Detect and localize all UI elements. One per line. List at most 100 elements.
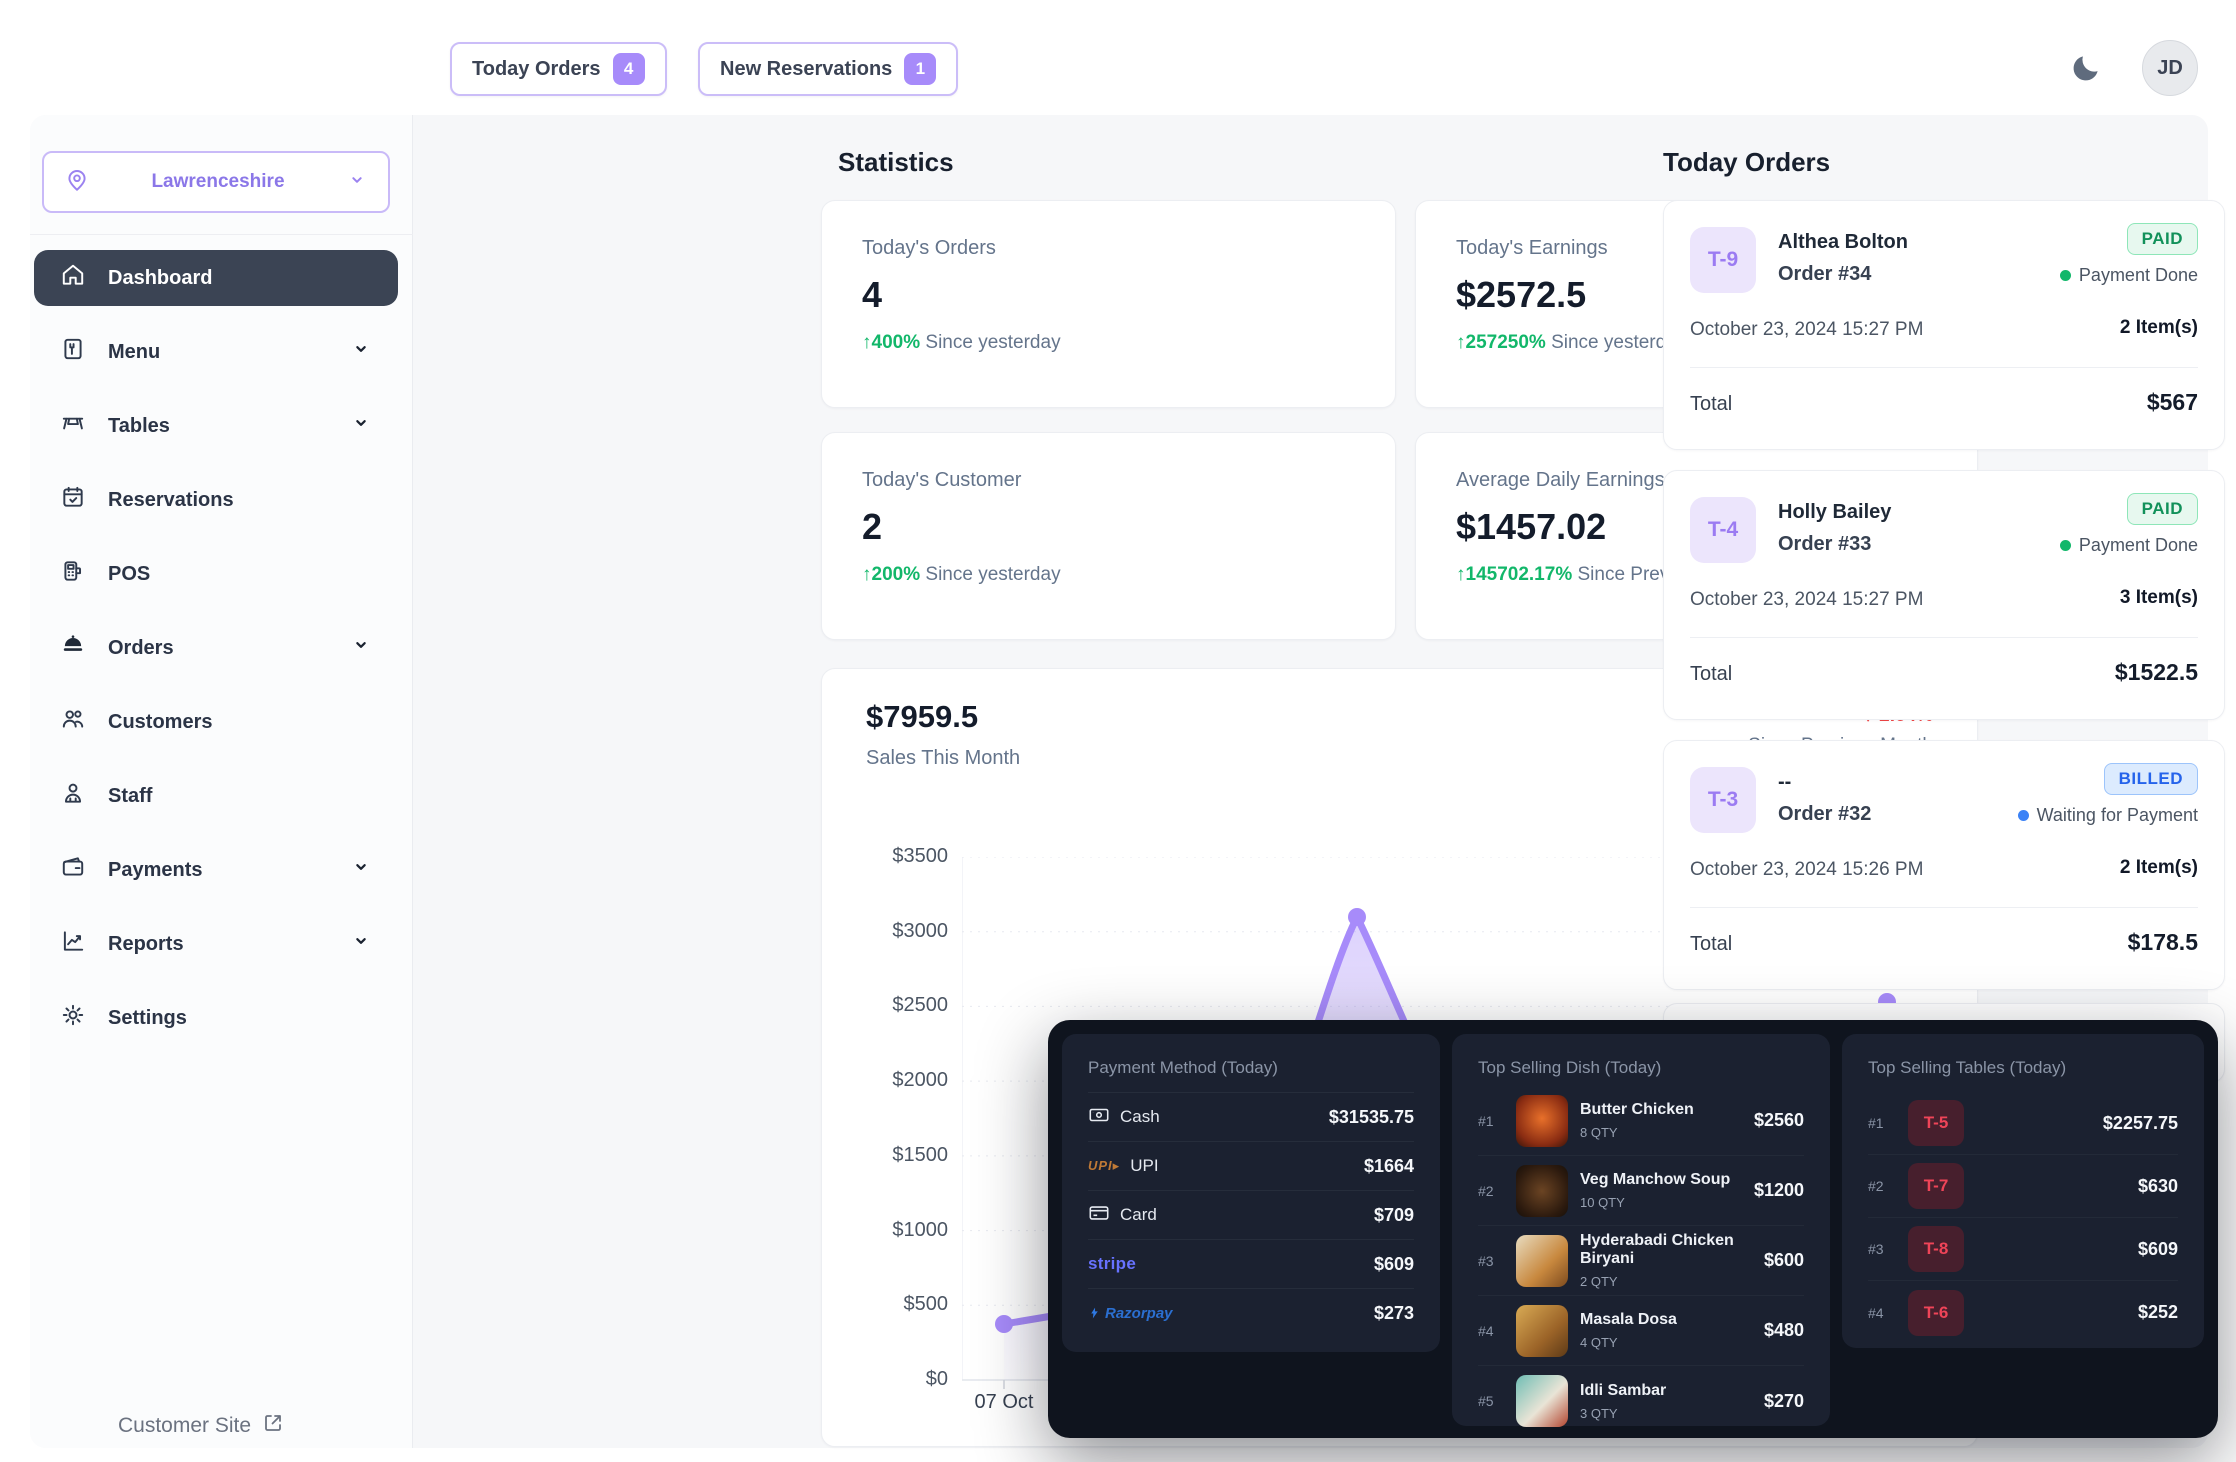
sidebar-item-label: Dashboard	[108, 267, 372, 290]
sidebar-item-reservations[interactable]: Reservations	[34, 472, 398, 528]
chevron-down-icon	[350, 930, 372, 958]
payment-method-label: UPI	[1130, 1156, 1158, 1176]
dish-value: $600	[1764, 1250, 1804, 1271]
statistics-title: Statistics	[838, 147, 954, 178]
stat-delta-value: 200%	[872, 564, 921, 585]
user-avatar[interactable]: JD	[2142, 40, 2198, 96]
table-badge: T-6	[1908, 1290, 1964, 1336]
sidebar-item-pos[interactable]: POS	[34, 546, 398, 602]
upi-logo-icon: UPI▸	[1088, 1158, 1120, 1174]
stat-label: Today's Orders	[862, 237, 1355, 260]
dish-name: Masala Dosa	[1580, 1311, 1752, 1329]
total-label: Total	[1690, 933, 1732, 956]
order-total: $1522.5	[2115, 659, 2198, 686]
top-selling-tables-panel: Top Selling Tables (Today) #1 T-5 $2257.…	[1842, 1034, 2204, 1348]
status-badge: BILLED	[2104, 763, 2198, 795]
home-icon	[60, 262, 86, 294]
report-chart-icon	[60, 928, 86, 960]
dish-value: $270	[1764, 1391, 1804, 1412]
new-reservations-button[interactable]: New Reservations 1	[698, 42, 958, 96]
table-badge: T-9	[1690, 227, 1756, 293]
table-sales-row: #3 T-8 $609	[1868, 1218, 2178, 1281]
table-badge: T-8	[1908, 1226, 1964, 1272]
stat-label: Today's Customer	[862, 469, 1355, 492]
payment-row: Razorpay $273	[1088, 1288, 1414, 1337]
sidebar-item-orders[interactable]: Orders	[34, 620, 398, 676]
y-tick: $2000	[838, 1069, 948, 1092]
sidebar-item-settings[interactable]: Settings	[34, 990, 398, 1046]
status-dot	[2060, 540, 2071, 551]
sidebar-item-customers[interactable]: Customers	[34, 694, 398, 750]
sidebar-item-staff[interactable]: Staff	[34, 768, 398, 824]
payment-row: UPI▸UPI $1664	[1088, 1141, 1414, 1190]
customer-name: Althea Bolton	[1778, 231, 1908, 254]
order-datetime: October 23, 2024 15:27 PM	[1690, 589, 1923, 611]
wallet-icon	[60, 854, 86, 886]
dish-qty: 4 QTY	[1580, 1335, 1752, 1350]
dark-mode-toggle[interactable]	[2064, 48, 2108, 92]
arrow-up-icon: ↑	[1456, 564, 1466, 585]
sidebar-item-reports[interactable]: Reports	[34, 916, 398, 972]
dish-image	[1516, 1375, 1568, 1427]
payment-value: $609	[1374, 1254, 1414, 1275]
rank-label: #1	[1478, 1113, 1504, 1129]
sidebar-item-label: Staff	[108, 785, 372, 808]
location-selector[interactable]: Lawrenceshire	[42, 151, 390, 213]
payment-method-label: Card	[1120, 1205, 1157, 1225]
order-datetime: October 23, 2024 15:26 PM	[1690, 859, 1923, 881]
today-orders-button[interactable]: Today Orders 4	[450, 42, 667, 96]
customer-site-link[interactable]: Customer Site	[118, 1411, 285, 1441]
payment-method-label: Cash	[1120, 1107, 1160, 1127]
customer-name: --	[1778, 771, 1791, 794]
dish-value: $2560	[1754, 1110, 1804, 1131]
external-link-icon	[261, 1411, 285, 1441]
x-tick: 07 Oct	[975, 1391, 1034, 1414]
location-label: Lawrenceshire	[90, 171, 346, 193]
order-card[interactable]: T-4 Holly Bailey Order #33 PAID Payment …	[1663, 470, 2225, 720]
stat-delta-note: Since yesterday	[925, 332, 1060, 353]
order-number: Order #34	[1778, 263, 1871, 286]
razorpay-logo-icon: Razorpay	[1088, 1305, 1173, 1322]
customer-name: Holly Bailey	[1778, 501, 1891, 524]
payment-value: $709	[1374, 1205, 1414, 1226]
rank-label: #3	[1868, 1241, 1894, 1257]
sidebar-item-label: Customers	[108, 711, 372, 734]
sidebar-item-label: Orders	[108, 637, 328, 660]
avatar-initials: JD	[2157, 57, 2183, 80]
order-card[interactable]: T-3 -- Order #32 BILLED Waiting for Paym…	[1663, 740, 2225, 990]
dish-row: #5 Idli Sambar3 QTY $270	[1478, 1366, 1804, 1436]
stat-delta-value: 257250%	[1466, 332, 1546, 353]
order-number: Order #33	[1778, 533, 1871, 556]
table-value: $609	[2138, 1239, 2178, 1260]
order-total: $178.5	[2128, 929, 2198, 956]
stat-value: 2	[862, 506, 1355, 548]
panel-title: Top Selling Dish (Today)	[1478, 1058, 1804, 1078]
y-tick: $2500	[838, 994, 948, 1017]
chevron-down-icon	[350, 338, 372, 366]
stripe-logo-icon: stripe	[1088, 1254, 1136, 1274]
table-icon	[60, 410, 86, 442]
table-badge: T-4	[1690, 497, 1756, 563]
payment-row: stripe $609	[1088, 1239, 1414, 1288]
rank-label: #4	[1478, 1323, 1504, 1339]
arrow-up-icon: ↑	[1456, 332, 1466, 353]
sidebar-item-tables[interactable]: Tables	[34, 398, 398, 454]
sidebar-item-payments[interactable]: Payments	[34, 842, 398, 898]
rank-label: #5	[1478, 1393, 1504, 1409]
moon-icon	[2069, 51, 2103, 90]
cash-icon	[1088, 1104, 1110, 1131]
pos-terminal-icon	[60, 558, 86, 590]
today-orders-title: Today Orders	[1663, 147, 1830, 178]
sidebar-item-menu[interactable]: Menu	[34, 324, 398, 380]
order-card[interactable]: T-9 Althea Bolton Order #34 PAID Payment…	[1663, 200, 2225, 450]
stat-card-todays-orders: Today's Orders 4 ↑400% Since yesterday	[821, 200, 1396, 408]
y-tick: $0	[838, 1368, 948, 1391]
sidebar-item-label: Settings	[108, 1007, 372, 1030]
table-value: $630	[2138, 1176, 2178, 1197]
dish-row: #3 Hyderabadi Chicken Biryani2 QTY $600	[1478, 1226, 1804, 1296]
stat-delta-value: 400%	[872, 332, 921, 353]
sidebar-item-dashboard[interactable]: Dashboard	[34, 250, 398, 306]
dish-value: $1200	[1754, 1180, 1804, 1201]
order-items-count: 2 Item(s)	[2120, 857, 2198, 879]
payment-status: Waiting for Payment	[2018, 805, 2198, 826]
